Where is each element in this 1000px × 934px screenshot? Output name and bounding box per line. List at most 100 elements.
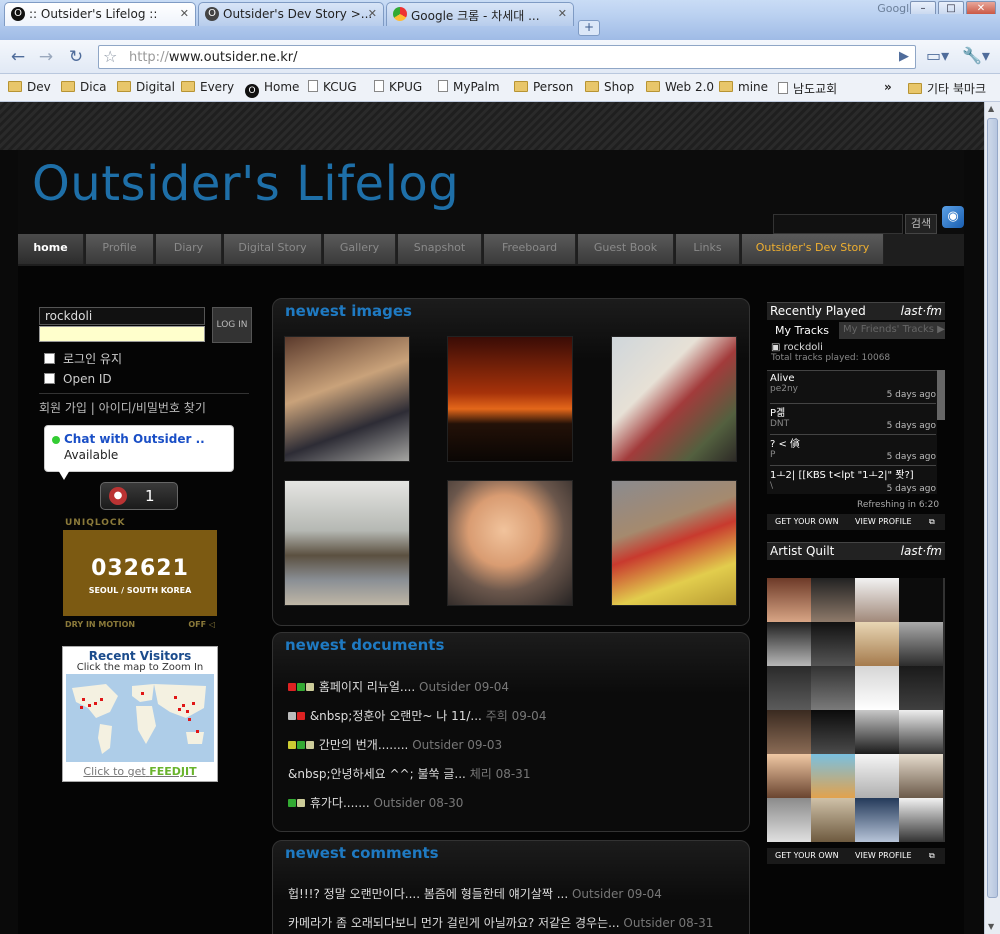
newest-comments-title[interactable]: newest comments <box>285 844 439 862</box>
menu-freeboard[interactable]: Freeboard <box>484 234 576 264</box>
lastfm-logo[interactable]: last·fm <box>901 544 942 558</box>
world-map[interactable] <box>66 674 214 762</box>
tab-friends-tracks[interactable]: My Friends' Tracks ▶ <box>839 322 945 339</box>
get-your-own-link[interactable]: GET YOUR OWN <box>775 851 839 860</box>
bookmark-folder-dica[interactable]: Dica <box>61 80 107 94</box>
page-menu-icon[interactable]: ▭▾ <box>926 46 949 65</box>
login-button[interactable]: LOG IN <box>212 307 252 343</box>
bookmark-folder-web20[interactable]: Web 2.0 <box>646 80 714 94</box>
site-search-button[interactable]: 검색 <box>905 214 937 234</box>
document-item[interactable]: &nbsp;정훈아 오랜만~ 나 11/... 주희 09-04 <box>288 707 546 724</box>
tab-my-tracks[interactable]: My Tracks <box>775 324 829 337</box>
keep-login-checkbox[interactable] <box>44 353 55 364</box>
artist-photo[interactable] <box>767 798 811 842</box>
artist-photo[interactable] <box>855 754 899 798</box>
bookmark-home[interactable]: O Home <box>245 80 299 98</box>
menu-home[interactable]: home <box>18 234 84 264</box>
track-item[interactable]: P곎 DNT 5 days ago <box>770 404 936 435</box>
artist-photo[interactable] <box>855 666 899 710</box>
menu-dev-story[interactable]: Outsider's Dev Story <box>742 234 884 264</box>
back-button[interactable]: ← <box>6 45 30 69</box>
menu-diary[interactable]: Diary <box>156 234 222 264</box>
document-item[interactable]: 홈페이지 리뉴얼.... Outsider 09-04 <box>288 678 509 695</box>
popout-icon[interactable]: ⧉ <box>929 517 935 527</box>
artist-photo[interactable] <box>767 622 811 666</box>
image-thumbnail[interactable] <box>447 480 573 606</box>
artist-photo[interactable] <box>811 666 855 710</box>
tab-outsiders-lifelog[interactable]: O :: Outsider's Lifelog :: ✕ <box>4 2 196 26</box>
new-tab-button[interactable]: + <box>578 20 600 36</box>
artist-photo[interactable] <box>811 622 855 666</box>
image-thumbnail[interactable] <box>611 480 737 606</box>
artist-photo[interactable] <box>767 578 811 622</box>
more-bookmarks-chevron[interactable]: » <box>884 80 892 94</box>
artist-photo[interactable] <box>855 578 899 622</box>
artist-photo[interactable] <box>899 710 943 754</box>
newest-documents-title[interactable]: newest documents <box>285 636 444 654</box>
bookmark-star-icon[interactable]: ☆ <box>103 47 117 66</box>
popout-icon[interactable]: ⧉ <box>929 851 935 861</box>
artist-photo[interactable] <box>767 666 811 710</box>
page-scrollbar[interactable]: ▲ ▼ <box>984 102 1000 934</box>
image-thumbnail[interactable] <box>284 336 410 462</box>
menu-links[interactable]: Links <box>676 234 740 264</box>
bookmark-folder-digital[interactable]: Digital <box>117 80 175 94</box>
menu-guest-book[interactable]: Guest Book <box>578 234 674 264</box>
artist-photo[interactable] <box>855 622 899 666</box>
sound-off-toggle[interactable]: OFF ◁ <box>188 620 215 629</box>
address-bar[interactable]: ☆ http://www.outsider.ne.kr/ ▶ <box>98 45 916 69</box>
wrench-menu-icon[interactable]: 🔧▾ <box>962 46 990 65</box>
uniqlock-widget[interactable]: 032621 SEOUL / SOUTH KOREA <box>63 530 217 616</box>
open-id-checkbox[interactable] <box>44 373 55 384</box>
bookmark-folder-shop[interactable]: Shop <box>585 80 634 94</box>
site-search-input[interactable] <box>773 214 903 234</box>
artist-photo[interactable] <box>767 710 811 754</box>
bookmark-kpug[interactable]: KPUG <box>374 80 422 94</box>
tab-close-icon[interactable]: ✕ <box>368 7 377 20</box>
artist-photo[interactable] <box>899 666 943 710</box>
bookmark-folder-every[interactable]: Every <box>181 80 234 94</box>
track-item[interactable]: Alive pe2ny 5 days ago <box>770 373 936 404</box>
image-thumbnail[interactable] <box>284 480 410 606</box>
artist-photo[interactable] <box>899 798 943 842</box>
site-title[interactable]: Outsider's Lifelog <box>32 156 459 212</box>
artist-photo[interactable] <box>811 578 855 622</box>
artist-photo[interactable] <box>811 754 855 798</box>
bookmark-folder-person[interactable]: Person <box>514 80 573 94</box>
bookmark-kcug[interactable]: KCUG <box>308 80 357 94</box>
other-bookmarks[interactable]: 기타 북마크 <box>908 80 986 97</box>
feedjit-link[interactable]: Click to get FEEDJIT <box>63 765 217 778</box>
comment-item[interactable]: 카메라가 좀 오래되다보니 먼가 걸린게 아닐까요? 저같은 경우는... Ou… <box>288 914 713 931</box>
comment-item[interactable]: 헙!!!? 정말 오랜만이다.... 봄즘에 형들한테 얘기살짝 ... Out… <box>288 885 662 902</box>
get-your-own-link[interactable]: GET YOUR OWN <box>775 517 839 526</box>
artist-photo[interactable] <box>767 754 811 798</box>
artist-photo[interactable] <box>899 622 943 666</box>
image-thumbnail[interactable] <box>611 336 737 462</box>
forward-button[interactable]: → <box>34 45 58 69</box>
go-icon[interactable]: ▶ <box>899 49 909 64</box>
username-input[interactable]: rockdoli <box>39 307 205 325</box>
keep-login-option[interactable]: 로그인 유지 <box>44 350 122 367</box>
newest-images-title[interactable]: newest images <box>285 302 412 320</box>
artist-photo[interactable] <box>811 798 855 842</box>
document-item[interactable]: 간만의 번개........ Outsider 09-03 <box>288 736 502 753</box>
feedjit-widget[interactable]: Recent Visitors Click the map to Zoom In <box>62 646 218 782</box>
view-profile-link[interactable]: VIEW PROFILE <box>855 517 912 526</box>
artist-photo[interactable] <box>855 710 899 754</box>
reload-button[interactable]: ↻ <box>64 45 88 69</box>
image-thumbnail[interactable] <box>447 336 573 462</box>
tab-dev-story[interactable]: O Outsider's Dev Story >... ✕ <box>198 2 384 26</box>
menu-gallery[interactable]: Gallery <box>324 234 396 264</box>
scroll-down-icon[interactable]: ▼ <box>988 922 994 931</box>
join-link[interactable]: 회원 가입 <box>39 401 87 415</box>
password-input[interactable] <box>39 326 205 342</box>
scrollbar-thumb[interactable] <box>987 118 998 898</box>
track-item[interactable]: 1ㅗ2| [[KBS t<lpt "1ㅗ2|" 퐛?] \ 5 days ago <box>770 466 936 497</box>
open-id-option[interactable]: Open ID <box>44 372 112 386</box>
tab-close-icon[interactable]: ✕ <box>180 7 189 20</box>
view-profile-link[interactable]: VIEW PROFILE <box>855 851 912 860</box>
track-list-scrollbar[interactable] <box>937 370 945 420</box>
chat-link[interactable]: Chat with Outsider .. <box>64 432 205 446</box>
lastfm-logo[interactable]: last·fm <box>901 304 942 318</box>
chat-widget[interactable]: Chat with Outsider .. Available <box>44 425 234 472</box>
